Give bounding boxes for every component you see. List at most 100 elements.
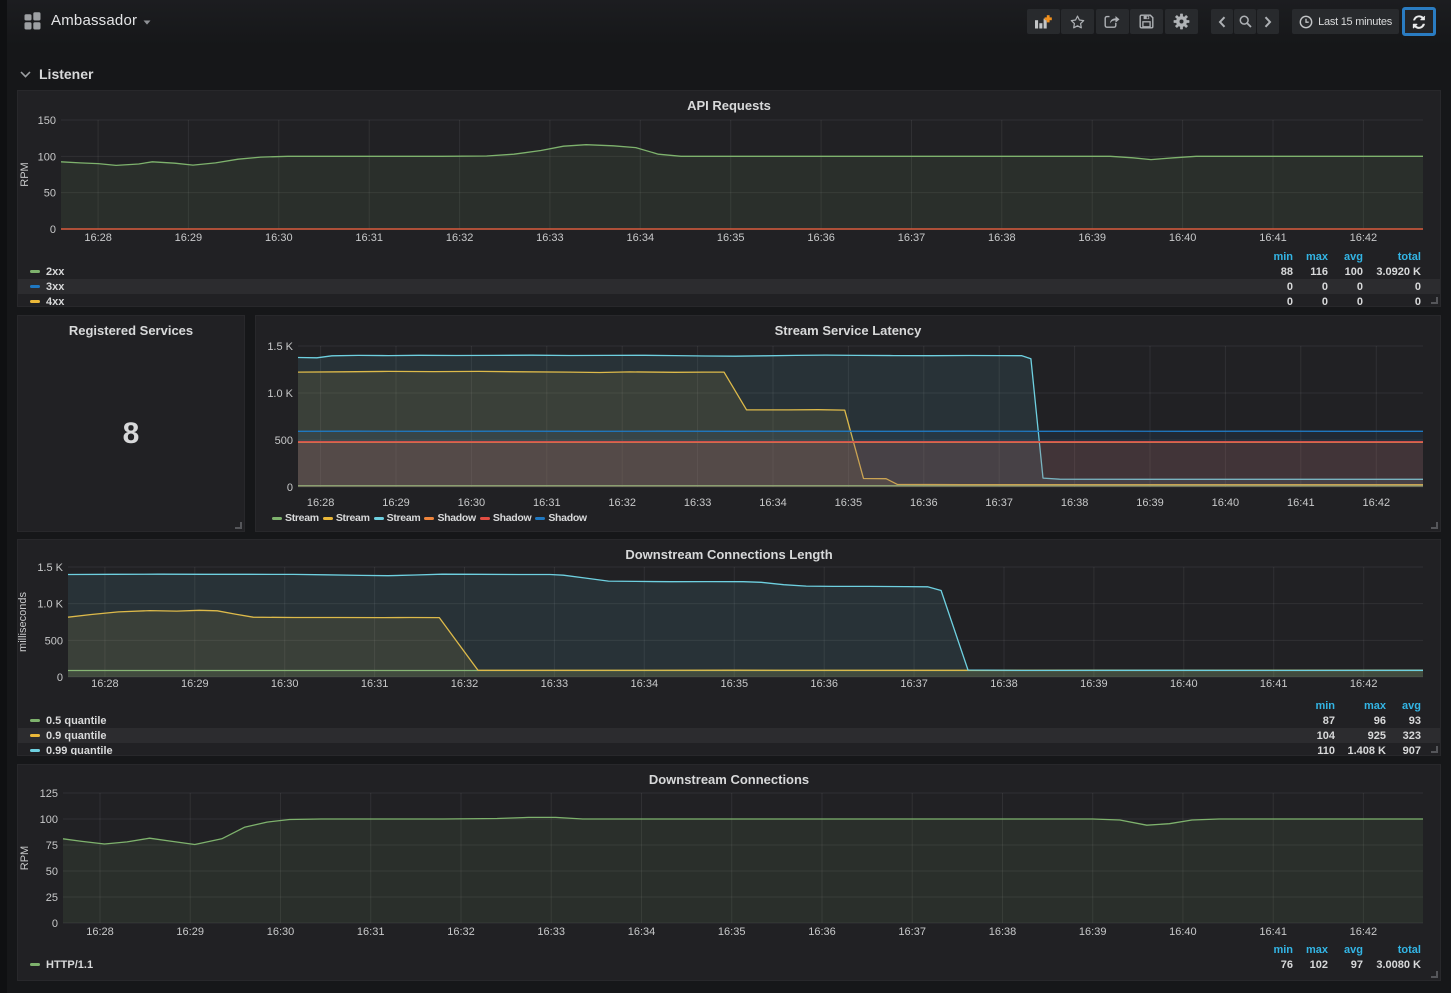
panel-resize-handle[interactable] (1431, 297, 1438, 304)
x-tick-label: 16:28 (84, 232, 112, 244)
panel-title[interactable]: Registered Services (18, 323, 244, 338)
panel-downstream-connections: Downstream Connections 025507510012516:2… (17, 764, 1441, 981)
x-tick-label: 16:30 (265, 232, 293, 244)
legend-series-label[interactable]: 0.9 quantile (30, 730, 107, 742)
legend-header[interactable]: min (1295, 700, 1335, 712)
legend-series-label: Shadow (437, 512, 475, 524)
y-tick-label: 0 (50, 224, 56, 236)
series-fill-HTTP/1.1 (63, 817, 1423, 923)
legend-item-Shadow[interactable]: Shadow (424, 512, 475, 524)
legend-header[interactable]: avg (1328, 944, 1363, 956)
y-tick-label: 150 (38, 115, 56, 127)
stream-latency-chart[interactable]: 05001.0 K1.5 K16:2816:2916:3016:3116:321… (256, 316, 1440, 531)
legend-item-Stream[interactable]: Stream (323, 512, 370, 524)
legend-series-label[interactable]: HTTP/1.1 (30, 959, 93, 971)
legend-header[interactable]: avg (1328, 251, 1363, 263)
y-tick-label: 75 (46, 840, 58, 852)
x-tick-label: 16:33 (684, 497, 712, 509)
chevron-right-icon (1264, 16, 1272, 28)
panel-title[interactable]: Downstream Connections Length (18, 547, 1440, 562)
legend-series-color-icon[interactable] (30, 963, 40, 966)
y-tick-label: 25 (46, 892, 58, 904)
y-tick-label: 100 (38, 151, 56, 163)
legend-header[interactable]: total (1363, 251, 1421, 263)
panel-registered-services: Registered Services 8 (17, 315, 245, 532)
legend-header[interactable]: max (1335, 700, 1386, 712)
star-button[interactable] (1061, 9, 1094, 34)
x-tick-label: 16:39 (1079, 926, 1107, 938)
legend-header[interactable]: total (1363, 944, 1421, 956)
x-tick-label: 16:38 (1061, 497, 1089, 509)
legend-series-label[interactable]: 0.99 quantile (30, 745, 113, 757)
legend-item-Shadow[interactable]: Shadow (535, 512, 586, 524)
zoom-out-button[interactable] (1234, 9, 1256, 34)
clock-icon (1299, 15, 1313, 29)
panel-title[interactable]: Downstream Connections (18, 772, 1440, 787)
x-tick-label: 16:32 (447, 926, 475, 938)
x-tick-label: 16:39 (1080, 678, 1108, 690)
share-icon (1104, 14, 1120, 29)
legend-series-label[interactable]: 0.5 quantile (30, 715, 107, 727)
magnifier-icon (1239, 15, 1252, 28)
legend-value: 3.0080 K (1363, 959, 1421, 971)
panel-resize-handle[interactable] (1431, 746, 1438, 753)
share-button[interactable] (1096, 9, 1129, 34)
x-tick-label: 16:37 (985, 497, 1013, 509)
legend-value: 0 (1251, 296, 1293, 308)
legend-item-Shadow[interactable]: Shadow (480, 512, 531, 524)
panel-resize-handle[interactable] (235, 522, 242, 529)
panel-resize-handle[interactable] (1431, 522, 1438, 529)
x-tick-label: 16:37 (898, 232, 926, 244)
legend-series-color-icon[interactable] (30, 734, 40, 737)
add-panel-button[interactable] (1027, 9, 1060, 34)
legend-header[interactable]: min (1251, 251, 1293, 263)
panel-title[interactable]: API Requests (18, 98, 1440, 113)
refresh-button[interactable] (1402, 7, 1436, 36)
legend-series-color-icon[interactable] (30, 300, 40, 303)
legend-series-color-icon[interactable] (30, 749, 40, 752)
legend-header[interactable]: max (1293, 944, 1328, 956)
legend-value: 102 (1293, 959, 1328, 971)
legend-item-Stream[interactable]: Stream (374, 512, 421, 524)
x-tick-label: 16:30 (458, 497, 486, 509)
x-tick-label: 16:40 (1212, 497, 1240, 509)
time-back-button[interactable] (1211, 9, 1233, 34)
bar-chart-plus-icon (1034, 14, 1052, 29)
save-button[interactable] (1130, 9, 1163, 34)
panel-resize-handle[interactable] (1431, 971, 1438, 978)
x-tick-label: 16:42 (1350, 232, 1378, 244)
panel-stream-service-latency: Stream Service Latency 05001.0 K1.5 K16:… (255, 315, 1441, 532)
time-forward-button[interactable] (1257, 9, 1279, 34)
dashboard-title-text: Ambassador (51, 12, 137, 29)
row-listener-header[interactable]: Listener (20, 62, 93, 86)
legend-series-color-icon[interactable] (30, 270, 40, 273)
series-fill-Shadow (298, 431, 1423, 487)
legend-series-label: Shadow (548, 512, 586, 524)
legend-series-label[interactable]: 2xx (30, 266, 64, 278)
legend-header[interactable]: avg (1386, 700, 1421, 712)
y-tick-label: 0 (52, 918, 58, 930)
legend-series-color-icon (272, 517, 282, 520)
legend-item-Stream[interactable]: Stream (272, 512, 319, 524)
legend-series-color-icon[interactable] (30, 285, 40, 288)
dashboard-title[interactable]: Ambassador (51, 12, 151, 29)
legend-value: 0 (1363, 296, 1421, 308)
legend-value: 0 (1251, 281, 1293, 293)
x-tick-label: 16:30 (267, 926, 295, 938)
panel-title[interactable]: Stream Service Latency (256, 323, 1440, 338)
settings-button[interactable] (1165, 9, 1198, 34)
legend-header[interactable]: min (1251, 944, 1293, 956)
legend-header[interactable]: max (1293, 251, 1328, 263)
legend-row-HTTP/1.1: HTTP/1.176102973.0080 K (18, 957, 1440, 972)
legend-value: 323 (1386, 730, 1421, 742)
legend-series-label[interactable]: 4xx (30, 296, 64, 308)
window-edge (0, 0, 7, 993)
legend-value: 104 (1295, 730, 1335, 742)
time-range-picker[interactable]: Last 15 minutes (1292, 9, 1399, 34)
legend-series-color-icon[interactable] (30, 719, 40, 722)
dashboard-grid-icon[interactable] (24, 12, 41, 30)
x-tick-label: 16:36 (807, 232, 835, 244)
legend-row-0.9 quantile: 0.9 quantile104925323 (18, 728, 1440, 743)
x-tick-label: 16:31 (355, 232, 383, 244)
legend-series-label[interactable]: 3xx (30, 281, 64, 293)
